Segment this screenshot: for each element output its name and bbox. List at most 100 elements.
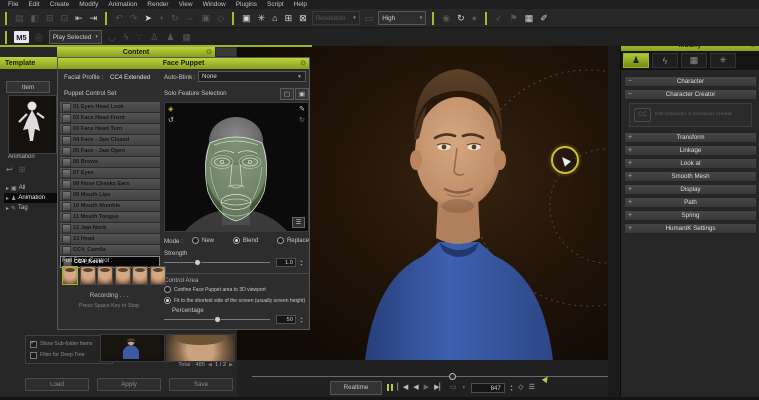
select-tool-icon[interactable]: ➤: [142, 12, 154, 25]
scale-tool-icon[interactable]: ⇔: [184, 12, 197, 25]
preview-options-icon[interactable]: ☰: [292, 217, 305, 228]
undo-icon[interactable]: ↶: [113, 12, 125, 25]
face-mocap-icon[interactable]: ◡: [106, 31, 118, 44]
face-expression-thumb[interactable]: [97, 266, 113, 285]
tab-animation[interactable]: ϟ: [652, 53, 678, 68]
content-action-button[interactable]: Save: [169, 378, 233, 391]
timeline-menu-icon[interactable]: ☰: [529, 382, 535, 394]
puppet-control-item[interactable]: 06 Brows: [60, 157, 160, 168]
puppet-control-item[interactable]: 10 Mouth Mumble: [60, 201, 160, 212]
quick-motion-icon[interactable]: ϟ: [122, 31, 131, 44]
camera-grid-icon[interactable]: ⊞: [283, 12, 295, 25]
control-area-radio[interactable]: Fit to the shortest side of the screen (…: [164, 297, 310, 304]
import-icon[interactable]: ⇤: [73, 12, 85, 25]
realtime-button[interactable]: Realtime: [330, 381, 382, 395]
confirm-tool-icon[interactable]: ✓: [493, 12, 505, 25]
light-settings-icon[interactable]: ✳: [256, 12, 268, 25]
move-tool-icon[interactable]: +: [157, 12, 166, 25]
sync-icon[interactable]: ↻: [299, 117, 305, 125]
modify-section[interactable]: Transform: [624, 132, 757, 143]
resolution-select[interactable]: Resolution▾: [312, 11, 360, 25]
next-frame-icon[interactable]: ▶▏: [434, 382, 445, 394]
slider-track[interactable]: [164, 262, 270, 263]
frame-spinner[interactable]: ▲▼: [510, 384, 513, 392]
open-project-icon[interactable]: ◧: [29, 12, 42, 25]
tree-item[interactable]: ▸ ▣ All: [4, 183, 58, 193]
menu-item[interactable]: File: [3, 1, 23, 8]
puppet-control-item[interactable]: 02 Face Head Front: [60, 113, 160, 124]
recent-character-thumbnail[interactable]: [100, 334, 165, 362]
prev-frame-icon[interactable]: ◀: [413, 382, 418, 394]
face-expression-thumb[interactable]: [80, 266, 96, 285]
save-selection-button[interactable]: ▢: [280, 88, 294, 100]
load-selection-button[interactable]: ▣: [295, 88, 309, 100]
first-frame-icon[interactable]: ▏◀: [398, 382, 409, 394]
strength-spinner[interactable]: ▲▼: [298, 258, 305, 267]
mode-radio[interactable]: New: [192, 237, 214, 244]
content-manager-icon[interactable]: ▦: [523, 12, 536, 25]
modify-section[interactable]: HumanIK Settings: [624, 223, 757, 234]
tab-settings[interactable]: ✳: [710, 53, 736, 68]
group-tool-icon[interactable]: ▣: [200, 12, 213, 25]
reset-view-icon[interactable]: ↺: [168, 117, 174, 125]
actor-mode-icon[interactable]: ♙: [148, 31, 160, 44]
modify-section[interactable]: Character: [624, 76, 757, 87]
face-expression-thumb[interactable]: [115, 266, 131, 285]
undo-icon[interactable]: ↩: [6, 165, 13, 174]
menu-item[interactable]: Create: [45, 1, 75, 8]
puppet-control-item[interactable]: 04 Face - Jaw Closed: [60, 135, 160, 146]
puppet-control-item[interactable]: 01 Eyes Head Look: [60, 102, 160, 113]
modify-section[interactable]: Look at: [624, 158, 757, 169]
timeline-scrubber[interactable]: [252, 373, 608, 381]
face-expression-thumb[interactable]: [62, 266, 78, 285]
page-prev-icon[interactable]: ◀: [208, 362, 212, 368]
dock-pin-icon[interactable]: ⊙: [206, 48, 212, 56]
menu-item[interactable]: Help: [289, 1, 312, 8]
slider-knob[interactable]: [214, 316, 221, 323]
puppet-control-item[interactable]: 05 Face - Jaw Open: [60, 146, 160, 157]
tree-item[interactable]: ▸ ♟ Animation: [4, 193, 58, 203]
home-view-icon[interactable]: ⌂: [270, 12, 279, 25]
puppet-control-item[interactable]: CC4_Camila: [60, 245, 160, 256]
tree-caret-icon[interactable]: ▸: [6, 195, 9, 202]
tree-caret-icon[interactable]: ▸: [6, 205, 9, 212]
refresh-render-icon[interactable]: ↻: [455, 12, 467, 25]
percentage-spinner[interactable]: ▲▼: [298, 315, 305, 324]
mode-radio[interactable]: Replace: [277, 237, 309, 244]
menu-item[interactable]: Script: [262, 1, 289, 8]
modify-section[interactable]: Display: [624, 184, 757, 195]
grid-snap-icon[interactable]: ▦: [180, 31, 193, 44]
template-header[interactable]: Template: [0, 57, 62, 69]
content-tab[interactable]: Content ⊙: [57, 47, 215, 57]
add-folder-icon[interactable]: ⊞: [19, 165, 26, 174]
crowd-mode-icon[interactable]: ♟: [164, 31, 176, 44]
menu-item[interactable]: Render: [142, 1, 173, 8]
animation-template-thumbnail[interactable]: [8, 95, 57, 154]
tab-actor[interactable]: ♟: [623, 53, 649, 68]
panel-pin-icon[interactable]: ⊙: [300, 59, 306, 67]
puppet-control-item[interactable]: 09 Mouth Lips: [60, 190, 160, 201]
footstep-mode-icon[interactable]: ∵: [135, 31, 145, 44]
inactive-tab-stub[interactable]: [215, 47, 237, 57]
modify-section[interactable]: Linkage: [624, 145, 757, 156]
menu-item[interactable]: Modify: [74, 1, 103, 8]
percentage-value[interactable]: 50: [276, 315, 296, 324]
face-preview-box[interactable]: ◈ ↺ ✎ ↻ ☰: [164, 102, 309, 232]
puppet-control-item[interactable]: 08 Nose Cheeks Ears: [60, 179, 160, 190]
content-action-button[interactable]: Load: [25, 378, 89, 391]
edit-in-cc-button[interactable]: CC Edit Character in Character Creator: [629, 103, 752, 127]
target-mode-icon[interactable]: ◎: [33, 31, 45, 44]
new-project-icon[interactable]: ▤: [13, 12, 26, 25]
edit-mask-icon[interactable]: ✎: [299, 106, 305, 114]
render-image-icon[interactable]: ◉: [440, 12, 452, 25]
loop-toggle-icon[interactable]: ◇: [518, 382, 523, 394]
merge-project-icon[interactable]: ⊡: [59, 12, 71, 25]
modify-section[interactable]: Smooth Mesh: [624, 171, 757, 182]
slider-knob[interactable]: [194, 259, 201, 266]
menu-item[interactable]: Edit: [23, 1, 44, 8]
pivot-tool-icon[interactable]: ◇: [215, 12, 226, 25]
pause-icon[interactable]: [387, 384, 393, 391]
tab-material[interactable]: ▦: [681, 53, 707, 68]
menu-item[interactable]: Window: [198, 1, 231, 8]
rotate-tool-icon[interactable]: ↻: [169, 12, 181, 25]
